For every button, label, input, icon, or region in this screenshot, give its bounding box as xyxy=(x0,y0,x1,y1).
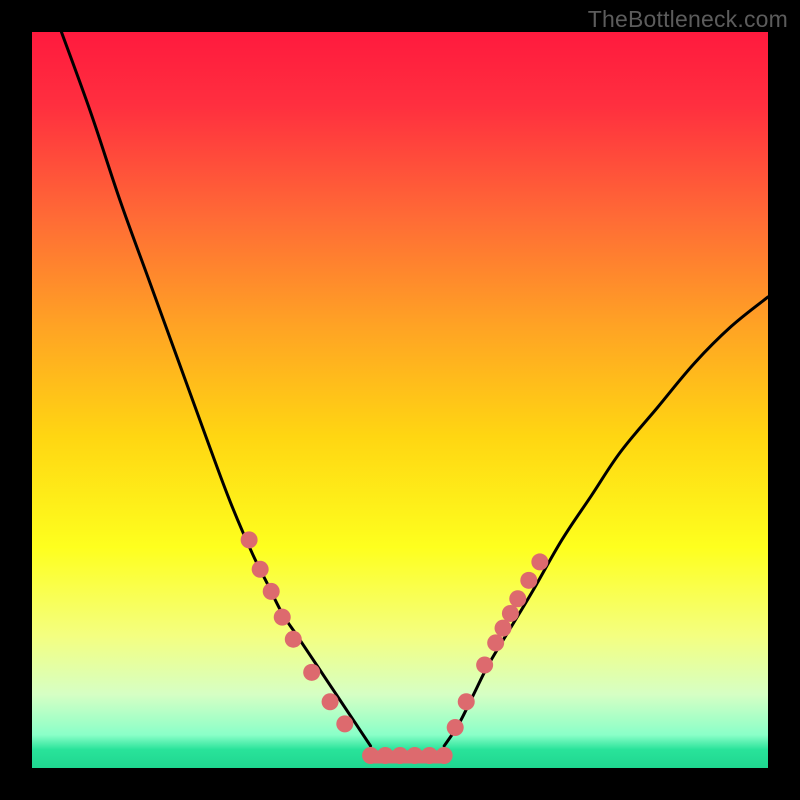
data-point xyxy=(285,631,302,648)
chart-frame xyxy=(32,32,768,768)
data-point xyxy=(458,693,475,710)
bottleneck-chart xyxy=(32,32,768,768)
data-point xyxy=(377,747,394,764)
data-point xyxy=(274,609,291,626)
data-point xyxy=(392,747,409,764)
data-point xyxy=(421,747,438,764)
gradient-background xyxy=(32,32,768,768)
watermark-text: TheBottleneck.com xyxy=(588,6,788,33)
data-point xyxy=(487,634,504,651)
data-point xyxy=(263,583,280,600)
data-point xyxy=(241,531,258,548)
data-point xyxy=(336,715,353,732)
data-point xyxy=(509,590,526,607)
data-point xyxy=(520,572,537,589)
data-point xyxy=(322,693,339,710)
data-point xyxy=(447,719,464,736)
data-point xyxy=(362,747,379,764)
data-point xyxy=(406,747,423,764)
data-point xyxy=(495,620,512,637)
data-point xyxy=(502,605,519,622)
data-point xyxy=(252,561,269,578)
data-point xyxy=(436,747,453,764)
data-point xyxy=(303,664,320,681)
data-point xyxy=(476,656,493,673)
data-point xyxy=(531,553,548,570)
